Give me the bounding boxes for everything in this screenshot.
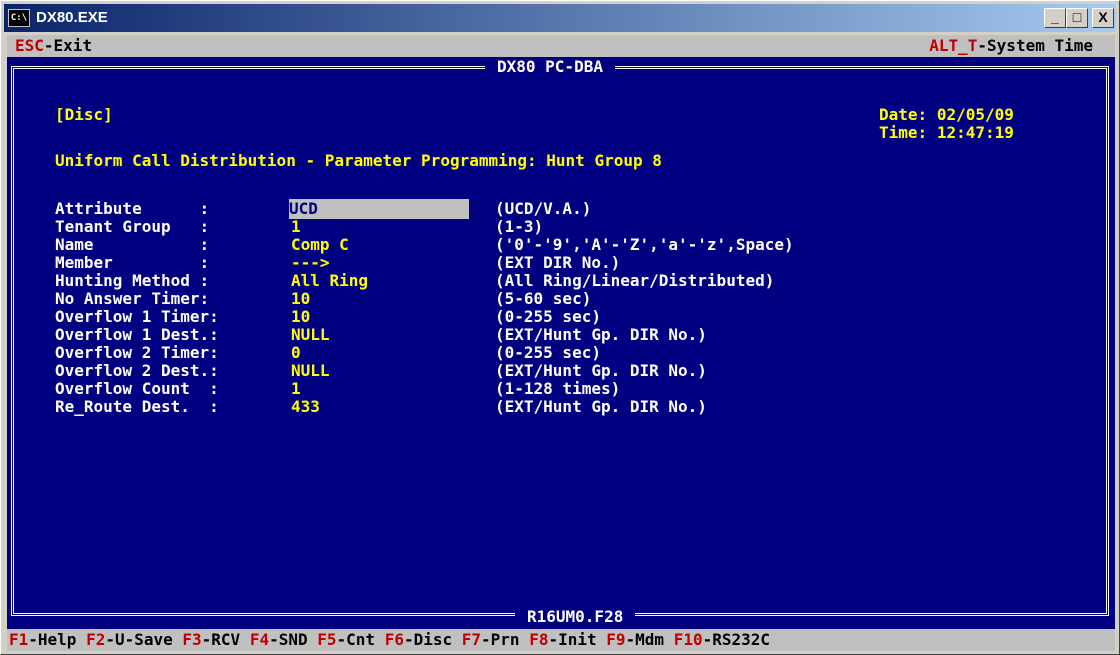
system-time-command[interactable]: ALT_T-System Time: [929, 35, 1093, 57]
close-button[interactable]: X: [1092, 8, 1114, 28]
param-hint: (EXT/Hunt Gp. DIR No.): [495, 397, 707, 416]
fkey-text: -Mdm: [625, 630, 674, 649]
param-hint: (EXT DIR No.): [495, 253, 621, 272]
fkey-prn[interactable]: F7-Prn: [462, 630, 529, 649]
fkey-label: F7: [461, 630, 482, 649]
fkey-label: F3: [182, 630, 202, 649]
fkey-text: -RS232C: [702, 630, 771, 649]
fkey-text: -Cnt: [336, 630, 385, 649]
param-hint: (1-128 times): [495, 379, 621, 398]
frame-footer-filename: R16UM0.F28: [515, 607, 636, 627]
console-screen[interactable]: ESC-Exit ALT_T-System Time DX80 PC-DBA R…: [7, 35, 1115, 651]
member-field[interactable]: --->: [291, 253, 330, 273]
fkey-list: F1-Help F2-U-Save F3-RCV F4-SND F5-Cnt F…: [9, 629, 770, 651]
fkey-text: -Disc: [403, 630, 462, 649]
param-hint: (All Ring/Linear/Distributed): [495, 271, 775, 290]
alt-key-label: ALT_T: [929, 36, 978, 55]
overflow1-dest-field[interactable]: NULL: [291, 325, 330, 345]
fkey-cnt[interactable]: F5-Cnt: [317, 630, 384, 649]
param-hint: (0-255 sec): [495, 343, 601, 362]
fkey-snd[interactable]: F4-SND: [250, 630, 317, 649]
param-label: Overflow 2 Dest.:: [55, 361, 219, 380]
param-label: Overflow 2 Timer:: [55, 343, 219, 362]
param-label: Tenant Group :: [55, 217, 210, 236]
esc-text-label: -Exit: [43, 36, 93, 55]
overflow2-timer-field[interactable]: 0: [291, 343, 301, 363]
param-label: Member :: [55, 253, 210, 272]
fkey-text: -Prn: [481, 630, 530, 649]
minimize-button[interactable]: _: [1044, 8, 1066, 28]
param-row: Attribute :: [55, 199, 209, 219]
reroute-dest-field[interactable]: 433: [291, 397, 320, 417]
date-value: 02/05/09: [936, 105, 1014, 124]
fkey-text: -SND: [269, 630, 318, 649]
fkey-text: -Help: [28, 630, 87, 649]
esc-key-label: ESC: [15, 36, 44, 55]
fkey-text: -U-Save: [105, 630, 183, 649]
console-window: C:\ DX80.EXE _ □ X ESC-Exit ALT_T-System…: [0, 0, 1120, 655]
title-bar[interactable]: C:\ DX80.EXE _ □ X: [4, 4, 1116, 32]
section-tag: [Disc]: [55, 105, 113, 124]
tenant-group-field[interactable]: 1: [291, 217, 301, 237]
esc-exit-command[interactable]: ESC-Exit: [15, 35, 92, 57]
param-label: Hunting Method :: [55, 271, 210, 290]
maximize-button[interactable]: □: [1066, 8, 1088, 28]
fkey-disc[interactable]: F6-Disc: [385, 630, 462, 649]
fkey-text: -Init: [548, 630, 607, 649]
fkey-rcv[interactable]: F3-RCV: [182, 630, 249, 649]
alt-text-label: -System Time: [977, 36, 1093, 55]
fkey-label: F5: [317, 630, 337, 649]
function-key-bar: F1-Help F2-U-Save F3-RCV F4-SND F5-Cnt F…: [7, 629, 1115, 651]
fkey-label: F8: [529, 630, 549, 649]
fkey-label: F2: [86, 630, 106, 649]
fkey-rs232c[interactable]: F10-RS232C: [674, 630, 770, 649]
page-heading: Uniform Call Distribution - Parameter Pr…: [55, 151, 662, 170]
attribute-field[interactable]: UCD: [289, 199, 469, 219]
param-label: Overflow 1 Dest.:: [55, 325, 219, 344]
date-label: Date:: [879, 105, 928, 124]
param-label: Overflow Count :: [55, 379, 219, 398]
param-hint: (5-60 sec): [495, 289, 592, 308]
param-hint: (EXT/Hunt Gp. DIR No.): [495, 325, 707, 344]
overflow2-dest-field[interactable]: NULL: [291, 361, 330, 381]
date-display: Date: 02/05/09: [879, 105, 1014, 125]
param-label: No Answer Timer:: [55, 289, 210, 308]
top-menu-bar: ESC-Exit ALT_T-System Time: [7, 35, 1115, 57]
console-app-icon[interactable]: C:\: [8, 9, 30, 27]
fkey-label: F10: [673, 630, 703, 649]
window-title: DX80.EXE: [36, 9, 108, 26]
fkey-mdm[interactable]: F9-Mdm: [606, 630, 673, 649]
no-answer-timer-field[interactable]: 10: [291, 289, 310, 309]
param-hint: (UCD/V.A.): [495, 199, 592, 218]
fkey-label: F4: [249, 630, 270, 649]
fkey-text: -RCV: [201, 630, 250, 649]
param-hint: ('0'-'9','A'-'Z','a'-'z',Space): [495, 235, 794, 254]
fkey-u-save[interactable]: F2-U-Save: [86, 630, 182, 649]
param-label: Attribute :: [55, 199, 210, 218]
fkey-init[interactable]: F8-Init: [529, 630, 606, 649]
param-hint: (0-255 sec): [495, 307, 601, 326]
fkey-label: F1: [9, 630, 29, 649]
frame-title: DX80 PC-DBA: [485, 57, 615, 77]
time-display: Time: 12:47:19: [879, 123, 1014, 143]
hunting-method-field[interactable]: All Ring: [291, 271, 368, 291]
overflow-count-field[interactable]: 1: [291, 379, 301, 399]
param-hint: (1-3): [495, 217, 544, 236]
param-label: Overflow 1 Timer:: [55, 307, 219, 326]
fkey-label: F6: [384, 630, 404, 649]
name-field[interactable]: Comp C: [291, 235, 349, 255]
fkey-help[interactable]: F1-Help: [9, 630, 86, 649]
param-hint: (EXT/Hunt Gp. DIR No.): [495, 361, 707, 380]
time-label: Time:: [879, 123, 928, 142]
overflow1-timer-field[interactable]: 10: [291, 307, 310, 327]
fkey-label: F9: [606, 630, 626, 649]
param-label: Name :: [55, 235, 210, 254]
param-label: Re_Route Dest. :: [55, 397, 219, 416]
time-value: 12:47:19: [936, 123, 1014, 142]
